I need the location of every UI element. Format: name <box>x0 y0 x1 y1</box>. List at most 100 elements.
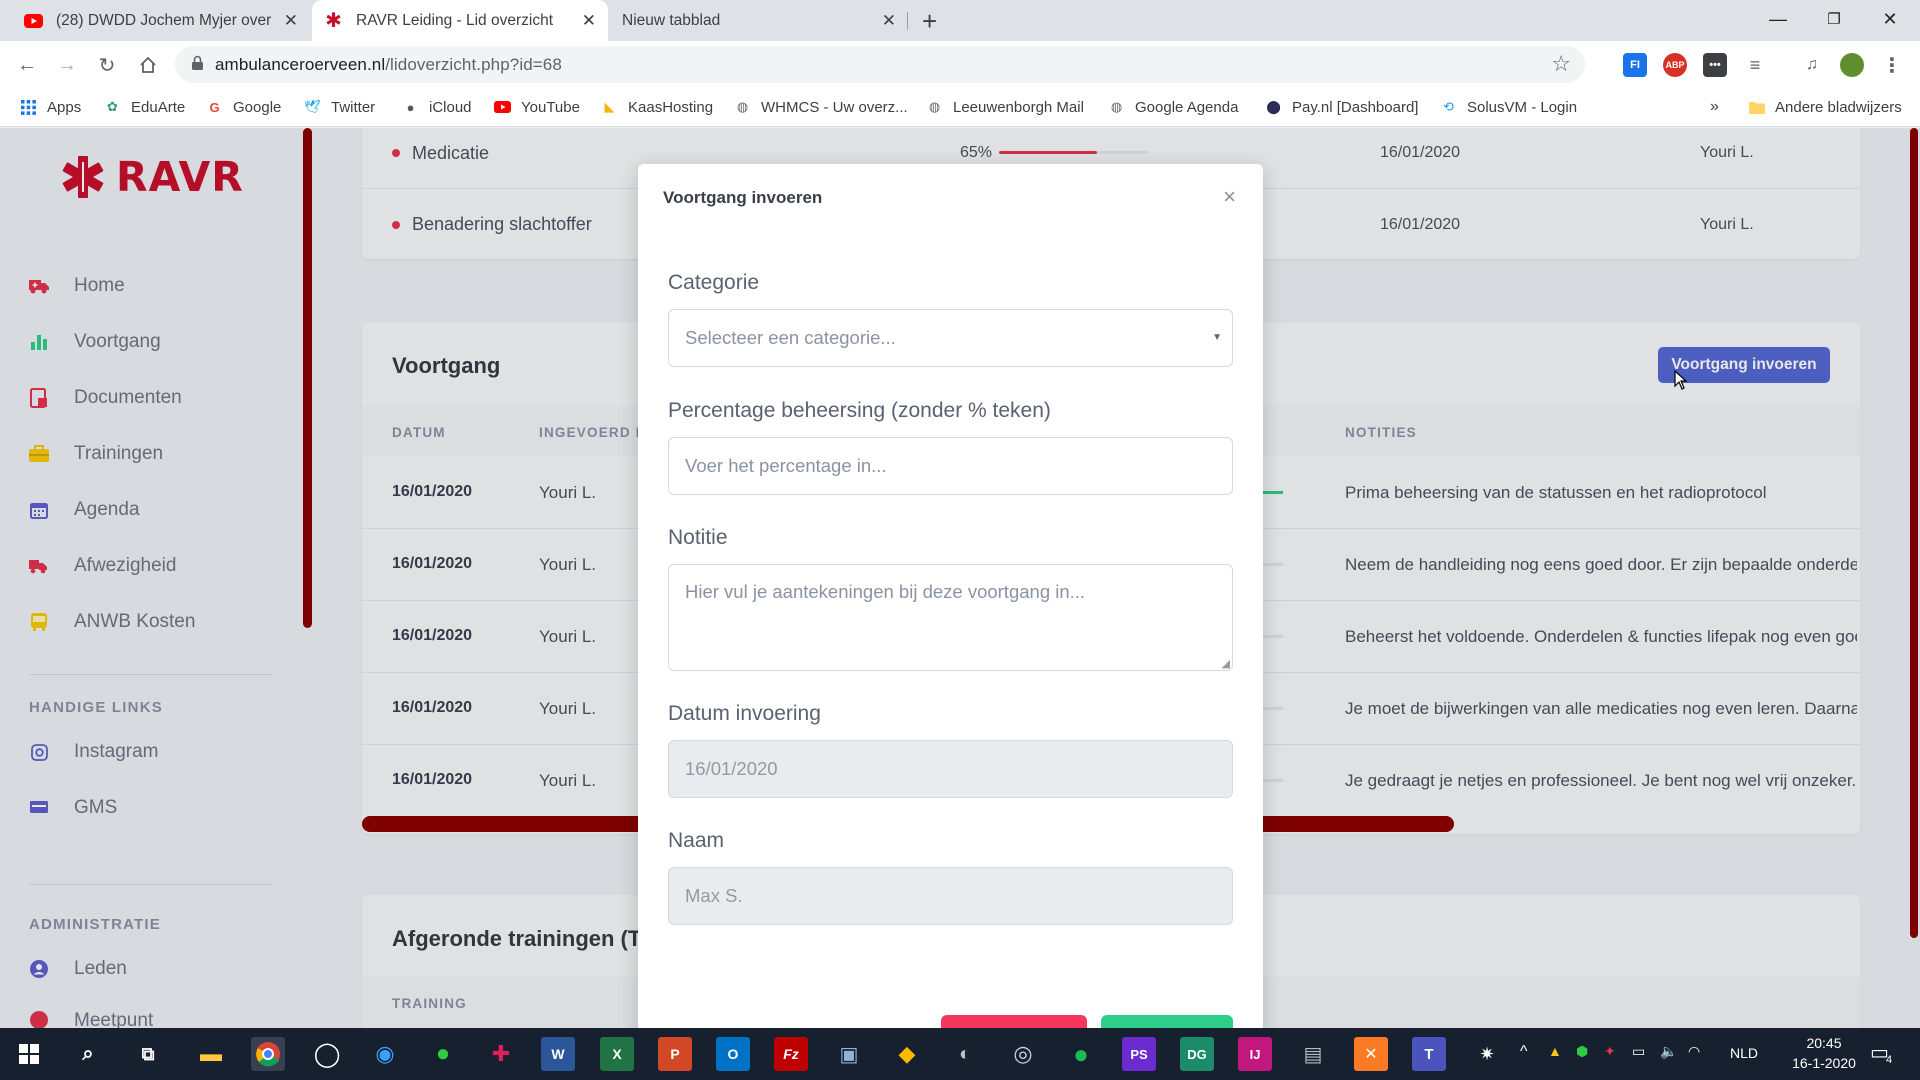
bookmark-google-agenda[interactable]: ◍ Google Agenda <box>1108 88 1239 126</box>
clock-time[interactable]: 20:45 <box>1792 1035 1856 1051</box>
excel-icon[interactable]: X <box>600 1037 634 1071</box>
menu-icon[interactable]: ⋮ <box>1880 53 1904 77</box>
tray-shield-icon[interactable]: ⬢ <box>1576 1043 1588 1060</box>
windows-start-icon[interactable] <box>12 1037 46 1071</box>
restore-icon[interactable]: ❐ <box>1806 0 1862 38</box>
phpstorm-icon[interactable]: PS <box>1122 1037 1156 1071</box>
bookmark-solusvm[interactable]: ⟲ SolusVM - Login <box>1440 88 1577 126</box>
network-app-icon[interactable]: ▣ <box>832 1037 866 1071</box>
bookmark-leeuwenborgh[interactable]: ◍ Leeuwenborgh Mail <box>926 88 1084 126</box>
percent-placeholder: Voer het percentage in... <box>685 455 887 476</box>
percent-input[interactable]: Voer het percentage in... <box>668 437 1233 495</box>
category-select[interactable]: Selecteer een categorie... ▼ <box>668 309 1233 367</box>
search-icon[interactable]: ⌕ <box>71 1037 105 1071</box>
steam-icon[interactable]: ◎ <box>1006 1037 1040 1071</box>
bookmark-eduarte[interactable]: ✿ EduArte <box>104 88 185 126</box>
opera-icon[interactable]: ◯ <box>310 1037 344 1071</box>
reload-icon[interactable]: ↻ <box>92 50 122 80</box>
app-icon[interactable]: ✷ <box>1470 1037 1504 1071</box>
outlook-icon[interactable]: O <box>716 1037 750 1071</box>
tray-expand-icon[interactable]: ^ <box>1520 1043 1528 1061</box>
intellij-icon[interactable]: IJ <box>1238 1037 1272 1071</box>
note-label: Notitie <box>668 526 728 549</box>
address-bar[interactable]: ambulanceroerveen.nl/lidoverzicht.php?id… <box>175 46 1585 83</box>
extension-dots-icon[interactable]: ••• <box>1703 53 1727 77</box>
eduarte-icon: ✿ <box>107 99 118 114</box>
bookmark-google[interactable]: G Google <box>206 88 281 126</box>
edge-icon[interactable]: ● <box>426 1037 460 1071</box>
close-tab-icon[interactable]: ✕ <box>582 11 596 31</box>
profile-avatar[interactable] <box>1840 53 1864 77</box>
bookmark-other[interactable]: Andere bladwijzers <box>1748 88 1902 126</box>
cancel-button[interactable] <box>941 1015 1087 1029</box>
resize-handle-icon[interactable]: ◢ <box>1222 657 1230 670</box>
google-icon: G <box>209 99 220 115</box>
bookmarks-overflow[interactable]: » <box>1710 88 1719 126</box>
tray-adobe-icon[interactable]: ✦ <box>1604 1043 1616 1060</box>
xampp-icon[interactable]: ✕ <box>1354 1037 1388 1071</box>
word-icon[interactable]: W <box>541 1037 575 1071</box>
volume-icon[interactable]: 🔈 <box>1660 1043 1677 1060</box>
youtube-icon <box>494 99 511 116</box>
tray-app-icon[interactable]: ▲ <box>1548 1043 1562 1059</box>
tab-youtube[interactable]: (28) DWDD Jochem Myjer over zi ✕ <box>12 0 310 41</box>
tab-ravr[interactable]: ✱ RAVR Leiding - Lid overzicht ✕ <box>312 0 608 41</box>
bookmark-label: Leeuwenborgh Mail <box>953 98 1084 116</box>
clock-date[interactable]: 16-1-2020 <box>1778 1055 1870 1071</box>
adblock-icon[interactable]: ABP <box>1663 53 1687 77</box>
bookmark-label: Twitter <box>331 98 376 116</box>
filezilla-icon[interactable]: Fz <box>774 1037 808 1071</box>
notification-count: 4 <box>1886 1054 1893 1066</box>
datagrip-icon[interactable]: DG <box>1180 1037 1214 1071</box>
bookmark-apps[interactable]: Apps <box>20 88 81 126</box>
headset-app-icon[interactable]: ◉ <box>368 1037 402 1071</box>
powerpoint-icon[interactable]: P <box>658 1037 692 1071</box>
printer-icon[interactable]: ▤ <box>1296 1037 1330 1071</box>
name-label: Naam <box>668 829 725 852</box>
extension-fi-icon[interactable]: FI <box>1623 53 1647 77</box>
new-tab-icon[interactable]: + <box>922 6 937 37</box>
bookmark-twitter[interactable]: 🕊 Twitter <box>304 88 375 126</box>
slack-icon[interactable]: ✚ <box>484 1037 518 1071</box>
minimize-icon[interactable]: — <box>1750 0 1806 38</box>
sourcetree-icon[interactable]: ◆ <box>890 1037 924 1071</box>
bookmark-whmcs[interactable]: ◍ WHMCS - Uw overz... <box>734 88 908 126</box>
file-explorer-icon[interactable]: ▬ <box>194 1037 228 1071</box>
close-icon[interactable]: × <box>1223 184 1236 210</box>
bookmark-star-icon[interactable]: ☆ <box>1551 51 1571 77</box>
bookmark-kaashosting[interactable]: ◣ KaasHosting <box>601 88 714 126</box>
folder-icon <box>1748 99 1765 116</box>
percent-label: Percentage beheersing (zonder % teken) <box>668 399 1051 422</box>
bookmark-youtube[interactable]: YouTube <box>494 88 580 126</box>
forward-icon[interactable]: → <box>52 50 82 80</box>
close-window-icon[interactable]: ✕ <box>1862 0 1918 38</box>
tab-separator <box>907 12 908 30</box>
close-tab-icon[interactable]: ✕ <box>882 11 896 31</box>
back-icon[interactable]: ← <box>12 50 42 80</box>
spotify-icon[interactable]: ● <box>1064 1037 1098 1071</box>
url-text: ambulanceroerveen.nl/lidoverzicht.php?id… <box>215 55 562 75</box>
bookmark-icloud[interactable]: ● iCloud <box>402 88 472 126</box>
voortgang-modal: Voortgang invoeren × Categorie Selecteer… <box>638 164 1263 1044</box>
save-button[interactable] <box>1101 1015 1233 1029</box>
ravr-star-icon: ✱ <box>325 10 342 32</box>
bookmark-paynl[interactable]: ⬤ Pay.nl [Dashboard] <box>1265 88 1418 126</box>
language-indicator[interactable]: NLD <box>1730 1045 1758 1061</box>
task-view-icon[interactable]: ⧉ <box>131 1037 165 1071</box>
wifi-icon[interactable]: ◠ <box>1688 1043 1700 1060</box>
chrome-app-icon[interactable]: ◐ <box>948 1037 982 1071</box>
date-label: Datum invoering <box>668 702 821 725</box>
date-value: 16/01/2020 <box>685 758 778 779</box>
home-icon[interactable] <box>133 50 163 80</box>
battery-icon[interactable]: ▭ <box>1632 1043 1645 1060</box>
tab-new[interactable]: Nieuw tabblad ✕ <box>610 0 908 41</box>
media-icon[interactable]: ♫ <box>1800 53 1824 77</box>
teams-icon[interactable]: T <box>1412 1037 1446 1071</box>
reader-icon[interactable]: ≡ <box>1743 53 1767 77</box>
note-textarea[interactable]: Hier vul je aantekeningen bij deze voort… <box>668 564 1233 671</box>
close-tab-icon[interactable]: ✕ <box>284 11 298 31</box>
bookmark-label: WHMCS - Uw overz... <box>761 98 908 116</box>
solusvm-icon: ⟲ <box>1443 99 1454 114</box>
chrome-icon[interactable] <box>251 1037 285 1071</box>
lock-icon <box>191 55 204 76</box>
